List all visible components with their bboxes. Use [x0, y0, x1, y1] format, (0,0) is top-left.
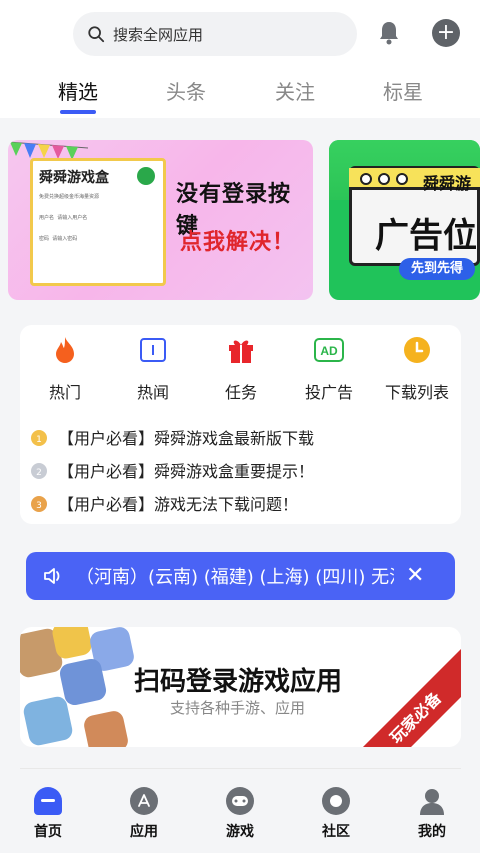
svg-text:3: 3 [36, 501, 42, 511]
bronze-medal-icon: 3 [31, 496, 47, 512]
card-user-row: 用户名 请输入用户名 [39, 214, 157, 221]
game-thumbnail [21, 694, 75, 747]
gamepad-icon [226, 787, 254, 815]
scan-subtitle: 支持各种手游、应用 [170, 699, 306, 717]
tab-featured[interactable]: 精选 [38, 76, 118, 105]
book-icon [138, 335, 168, 365]
game-thumbnail [58, 657, 108, 707]
quick-actions-card: 热门 热闻 任务 AD 投广告 下载列表 1 【用户必看】舜舜游戏盒最新版下载 … [20, 325, 461, 524]
home-icon [34, 787, 62, 815]
quick-action-label: 热闻 [136, 383, 169, 402]
game-thumbnail [82, 709, 130, 747]
clock-icon [402, 335, 432, 365]
card-pass-row: 密码 请输入密码 [39, 235, 157, 242]
quick-action-tasks[interactable]: 任务 [197, 335, 285, 415]
bottom-nav: 首页 应用 游戏 社区 我的 [0, 775, 480, 853]
app-logo-icon [137, 167, 155, 185]
notice-item[interactable]: 1 【用户必看】舜舜游戏盒最新版下载 [30, 425, 314, 449]
silver-medal-icon: 2 [31, 463, 47, 479]
card-pass-label: 密码 [39, 236, 50, 242]
flame-icon [50, 335, 80, 365]
banner-cta: 点我解决！ [180, 230, 296, 255]
tab-bar: 精选 头条 关注 标星 [0, 76, 480, 116]
add-icon[interactable]: + [432, 19, 460, 47]
nav-label: 社区 [322, 824, 350, 840]
top-bar: 搜索全网应用 + 精选 头条 关注 标星 [0, 0, 480, 118]
bell-icon[interactable] [377, 20, 401, 46]
tab-headlines[interactable]: 头条 [146, 76, 226, 105]
user-icon [418, 787, 446, 815]
quick-action-advertise[interactable]: AD 投广告 [285, 335, 373, 415]
ad-board-title: 舜舜游 [423, 174, 472, 193]
promo-banner-ad-slot[interactable]: 舜舜游 广告位 先到先得 [329, 140, 480, 300]
close-icon[interactable]: ✕ [406, 565, 424, 587]
nav-games[interactable]: 游戏 [210, 787, 270, 841]
tab-following[interactable]: 关注 [255, 76, 335, 105]
card-user-label: 用户名 [39, 215, 55, 221]
nav-label: 我的 [418, 824, 446, 840]
notice-text: 【用户必看】游戏无法下载问题！ [58, 495, 299, 514]
nav-label: 首页 [34, 824, 62, 840]
divider [20, 768, 461, 769]
card-pass-hint: 请输入密码 [52, 236, 78, 242]
ad-board-headline: 广告位 [375, 216, 477, 256]
scan-title: 扫码登录游戏应用 [134, 667, 343, 697]
gift-icon [226, 335, 256, 365]
notice-text: 【用户必看】舜舜游戏盒最新版下载 [58, 429, 315, 448]
nav-home[interactable]: 首页 [18, 787, 78, 841]
search-bar[interactable]: 搜索全网应用 [73, 12, 357, 56]
card-subtitle: 免费兑换超级金币海量资源 [39, 194, 100, 200]
nav-community[interactable]: 社区 [306, 787, 366, 841]
nav-label: 游戏 [226, 824, 254, 840]
chat-bubble-icon [322, 787, 350, 815]
card-user-hint: 请输入用户名 [57, 215, 88, 221]
svg-text:AD: AD [320, 344, 338, 358]
quick-action-hot[interactable]: 热门 [21, 335, 109, 415]
search-placeholder: 搜索全网应用 [113, 25, 204, 44]
scan-login-banner[interactable]: 扫码登录游戏应用 支持各种手游、应用 玩家必备 [20, 627, 461, 747]
marquee-text: （河南）(云南) (福建) (上海) (四川) 无法加 [76, 567, 394, 588]
quick-action-news[interactable]: 热闻 [109, 335, 197, 415]
login-card-illustration: 舜舜游戏盒 免费兑换超级金币海量资源 用户名 请输入用户名 密码 请输入密码 [30, 158, 166, 286]
app-store-icon [130, 787, 158, 815]
announcement-marquee[interactable]: （河南）(云南) (福建) (上海) (四川) 无法加 ✕ [26, 552, 455, 600]
corner-ribbon: 玩家必备 [343, 645, 461, 747]
search-icon [88, 26, 105, 43]
ad-board-pill: 先到先得 [399, 258, 475, 280]
notice-text: 【用户必看】舜舜游戏盒重要提示！ [58, 462, 315, 481]
nav-label: 应用 [130, 824, 158, 840]
notice-item[interactable]: 3 【用户必看】游戏无法下载问题！ [30, 491, 298, 515]
window-dots-icon [360, 173, 408, 185]
nav-profile[interactable]: 我的 [402, 787, 462, 841]
quick-action-label: 热门 [48, 383, 81, 402]
quick-action-downloads[interactable]: 下载列表 [373, 335, 461, 415]
quick-action-label: 投广告 [304, 383, 353, 402]
promo-banner-login[interactable]: 舜舜游戏盒 免费兑换超级金币海量资源 用户名 请输入用户名 密码 请输入密码 没… [8, 140, 313, 300]
tab-starred[interactable]: 标星 [363, 76, 443, 105]
active-tab-indicator [60, 110, 96, 114]
speaker-icon [44, 568, 60, 584]
quick-action-label: 任务 [224, 383, 257, 402]
svg-text:1: 1 [36, 435, 42, 445]
notice-item[interactable]: 2 【用户必看】舜舜游戏盒重要提示！ [30, 458, 314, 482]
gold-medal-icon: 1 [31, 430, 47, 446]
ad-icon: AD [314, 335, 344, 365]
nav-apps[interactable]: 应用 [114, 787, 174, 841]
svg-text:2: 2 [36, 468, 42, 478]
quick-action-label: 下载列表 [384, 383, 449, 402]
